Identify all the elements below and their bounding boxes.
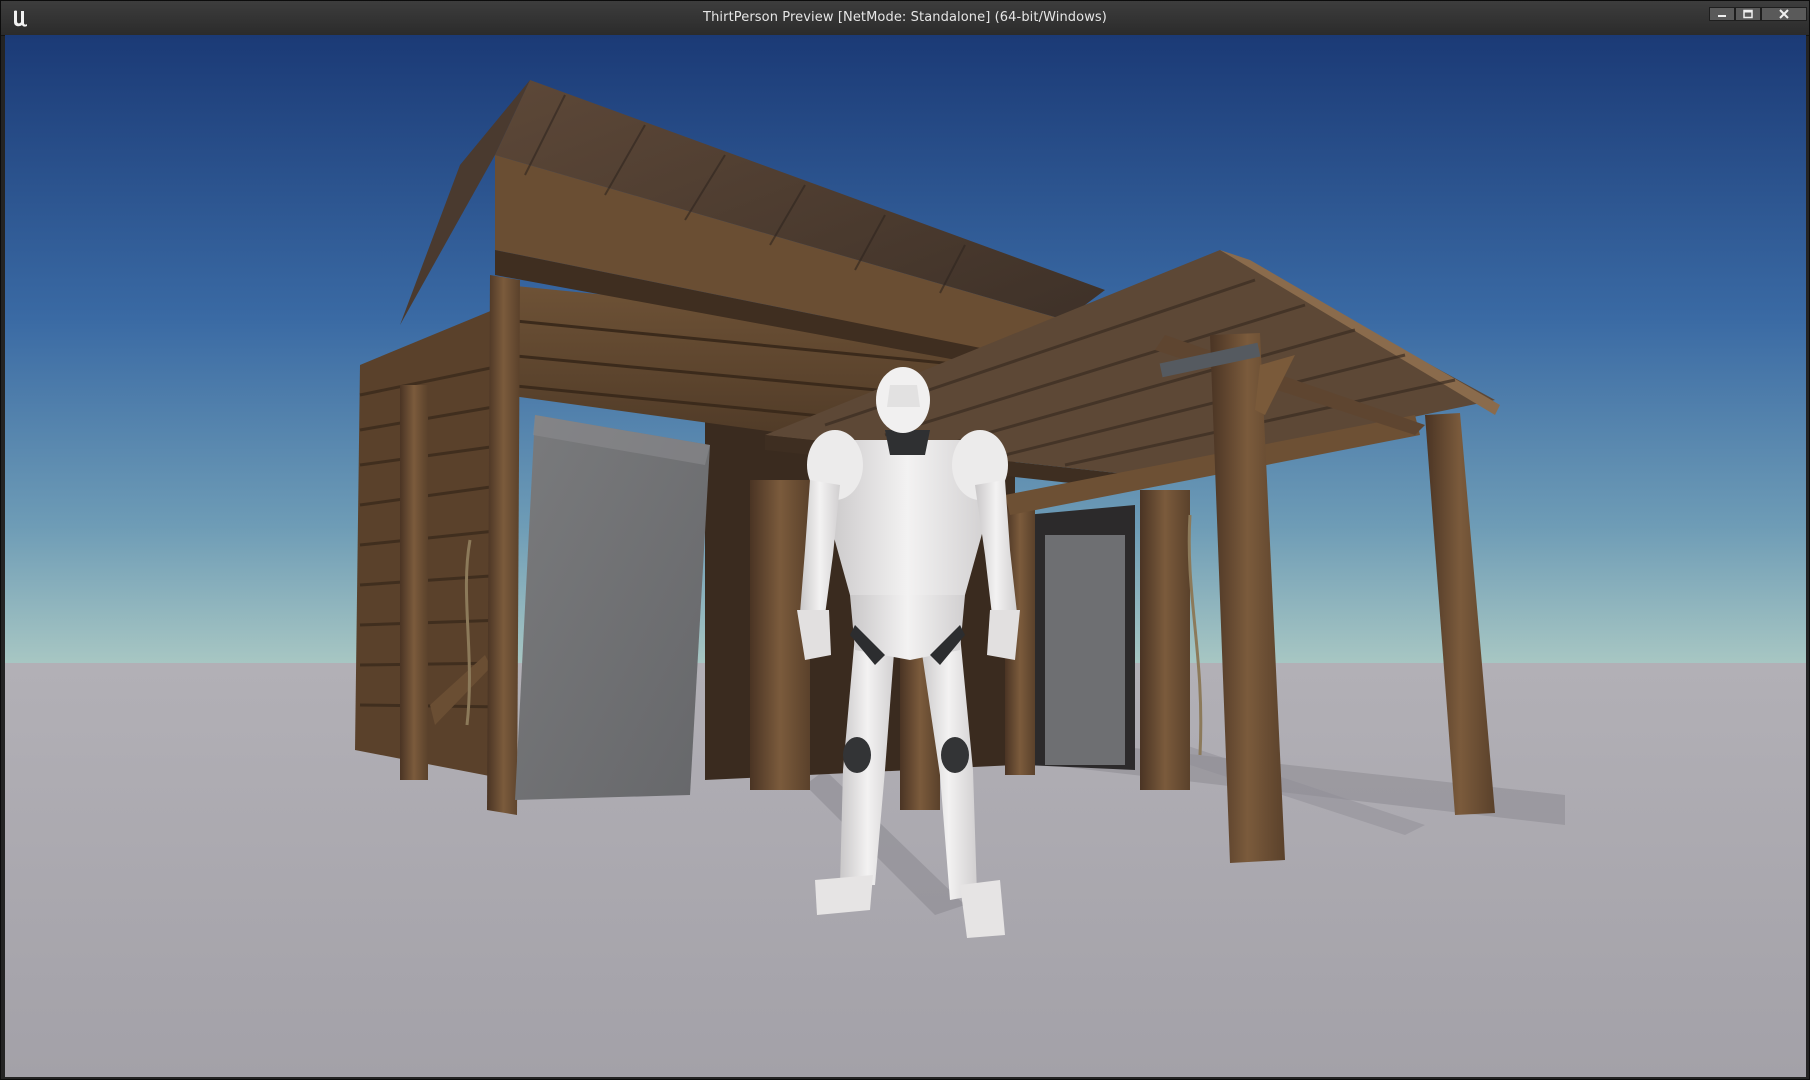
minimize-icon — [1718, 15, 1726, 17]
game-window: ThirtPerson Preview [NetMode: Standalone… — [0, 0, 1810, 1080]
window-title: ThirtPerson Preview [NetMode: Standalone… — [703, 10, 1107, 25]
close-icon — [1779, 9, 1789, 19]
maximize-button[interactable] — [1735, 7, 1761, 21]
title-bar[interactable]: ThirtPerson Preview [NetMode: Standalone… — [1, 1, 1809, 36]
game-viewport[interactable] — [5, 35, 1806, 1077]
close-button[interactable] — [1761, 7, 1807, 21]
maximize-icon — [1743, 9, 1753, 19]
minimize-button[interactable] — [1709, 7, 1735, 21]
scene-render — [5, 35, 1806, 1077]
